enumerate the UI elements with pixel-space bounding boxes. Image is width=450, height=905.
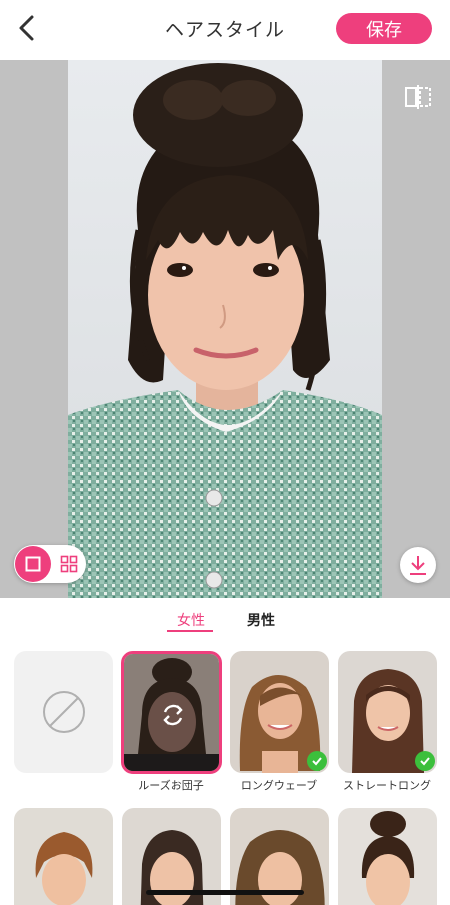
check-icon <box>420 757 430 766</box>
style-card-loose-bun[interactable] <box>121 651 222 774</box>
refresh-icon <box>163 704 183 726</box>
download-button[interactable] <box>400 547 436 583</box>
square-icon <box>25 556 41 572</box>
style-label-loose-bun: ルーズお団子 <box>138 779 204 792</box>
portrait-photo <box>68 60 382 598</box>
gender-tabs: 女性 男性 <box>0 598 450 638</box>
top-bun-thumbnail <box>338 808 437 905</box>
style-card-none[interactable] <box>14 651 113 773</box>
check-icon <box>312 757 322 766</box>
download-icon <box>410 556 426 575</box>
single-view-button[interactable] <box>15 546 51 582</box>
grid-icon <box>60 555 78 573</box>
home-indicator <box>146 890 304 895</box>
photo-preview <box>0 60 450 598</box>
compare-button[interactable] <box>401 80 435 114</box>
style-card-straight-long[interactable] <box>338 651 437 773</box>
style-label-straight-long: ストレートロング <box>343 779 431 792</box>
grid-view-button[interactable] <box>54 549 84 579</box>
applied-check <box>415 751 435 771</box>
none-icon <box>42 691 85 733</box>
short-pixie-thumbnail <box>14 808 113 905</box>
applied-check <box>307 751 327 771</box>
reroll-button[interactable] <box>156 698 190 732</box>
style-card-long-wave[interactable] <box>230 651 329 773</box>
style-card-top-bun[interactable] <box>338 808 437 905</box>
compare-icon <box>405 85 431 109</box>
style-card-short-pixie[interactable] <box>14 808 113 905</box>
style-label-long-wave: ロングウェーブ <box>240 779 318 792</box>
tab-female[interactable]: 女性 <box>170 610 212 630</box>
view-mode-toggle <box>14 545 86 583</box>
header: ヘアスタイル 保存 <box>0 0 450 60</box>
save-button[interactable]: 保存 <box>336 13 432 44</box>
tab-male[interactable]: 男性 <box>240 610 282 630</box>
active-tab-underline <box>167 630 213 632</box>
